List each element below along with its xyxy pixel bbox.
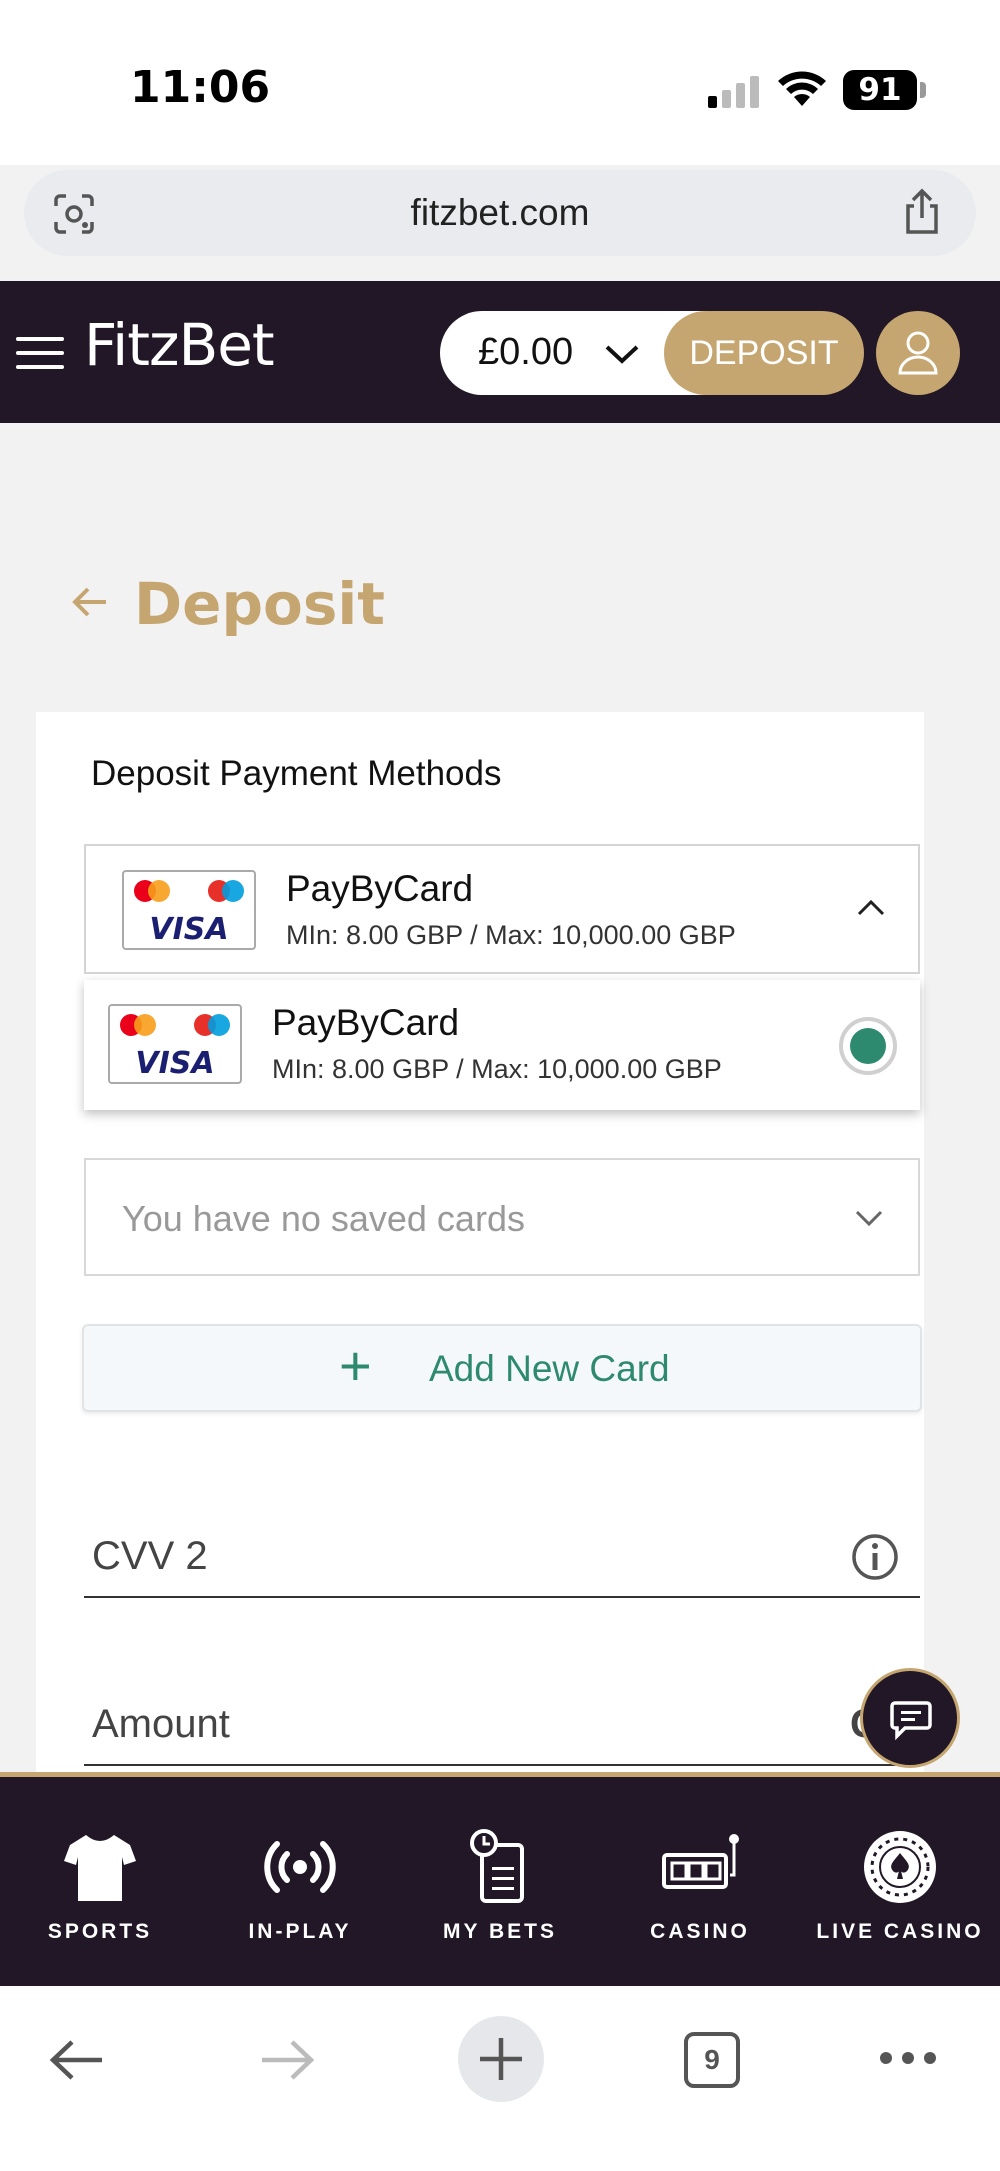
- selected-method-limits: MIn: 8.00 GBP / Max: 10,000.00 GBP: [286, 920, 736, 950]
- payment-method-select[interactable]: VISA PayByCard MIn: 8.00 GBP / Max: 10,0…: [84, 844, 920, 974]
- more-options-icon[interactable]: [878, 2050, 938, 2066]
- shirt-icon: [64, 1835, 136, 1901]
- hamburger-menu-icon[interactable]: [16, 337, 64, 369]
- nav-my-bets-label: MY BETS: [443, 1920, 557, 1943]
- nav-my-bets[interactable]: MY BETS: [400, 1777, 600, 1986]
- back-arrow-icon[interactable]: [70, 582, 110, 622]
- browser-toolbar: 9: [0, 1986, 1000, 2171]
- slot-machine-icon: [662, 1834, 739, 1889]
- fitzbet-logo[interactable]: FitzBet: [84, 311, 275, 379]
- bottom-navigation: SPORTS IN-PLAY MY BETS CASINO LIVE CASIN…: [0, 1772, 1000, 1986]
- account-button[interactable]: [876, 311, 960, 395]
- chevron-down-icon: [855, 1210, 883, 1227]
- add-new-card-label: Add New Card: [429, 1348, 670, 1389]
- nav-casino-label: CASINO: [650, 1920, 750, 1943]
- status-bar: 11:06 91 fitzbet.com: [0, 0, 1000, 256]
- nav-live-casino-label: LIVE CASINO: [816, 1920, 984, 1943]
- nav-live-casino[interactable]: LIVE CASINO: [800, 1777, 1000, 1986]
- selected-method-name: PayByCard: [286, 868, 474, 909]
- tabs-button[interactable]: 9: [684, 2032, 740, 2088]
- chat-icon: [890, 1701, 932, 1741]
- plus-icon: +: [339, 1334, 372, 1397]
- selected-radio[interactable]: [838, 1016, 898, 1076]
- nav-sports[interactable]: SPORTS: [0, 1777, 200, 1986]
- card-brands-logo: VISA: [122, 870, 256, 950]
- amount-field[interactable]: Amount GB: [84, 1678, 920, 1766]
- plus-icon: [480, 2038, 522, 2080]
- nav-sports-label: SPORTS: [47, 1920, 153, 1943]
- url-text: fitzbet.com: [410, 192, 590, 233]
- tabs-count: 9: [704, 2044, 720, 2075]
- balance-amount: £0.00: [478, 331, 574, 373]
- payment-methods-label: Deposit Payment Methods: [91, 754, 502, 793]
- payment-method-option[interactable]: VISA PayByCard MIn: 8.00 GBP / Max: 10,0…: [84, 980, 920, 1110]
- saved-cards-select[interactable]: You have no saved cards: [84, 1158, 920, 1276]
- new-tab-button[interactable]: [458, 2016, 544, 2102]
- saved-cards-placeholder: You have no saved cards: [122, 1198, 525, 1239]
- chevron-down-icon: [605, 345, 639, 364]
- add-new-card-button[interactable]: + Add New Card: [82, 1324, 922, 1412]
- header-deposit-button[interactable]: DEPOSIT: [664, 311, 864, 395]
- roulette-icon: [864, 1831, 936, 1903]
- betslip-icon: [470, 1829, 524, 1903]
- chevron-up-icon: [857, 899, 885, 916]
- browser-forward-icon[interactable]: [260, 2038, 316, 2082]
- chat-button[interactable]: [860, 1668, 960, 1768]
- battery-tip: [920, 82, 926, 98]
- cvv-label: CVV 2: [92, 1534, 208, 1578]
- info-icon[interactable]: [850, 1532, 900, 1582]
- share-icon[interactable]: [900, 188, 944, 236]
- page-title: Deposit: [134, 570, 385, 638]
- option-method-name: PayByCard: [272, 1002, 460, 1043]
- cvv-field[interactable]: CVV 2: [84, 1512, 920, 1598]
- broadcast-icon: [264, 1841, 336, 1893]
- status-time: 11:06: [130, 62, 271, 113]
- signal-icon: [708, 76, 759, 108]
- nav-in-play[interactable]: IN-PLAY: [200, 1777, 400, 1986]
- address-bar[interactable]: fitzbet.com: [24, 170, 976, 256]
- deposit-form: Deposit Payment Methods VISA PayByCard M…: [36, 712, 924, 1772]
- amount-label: Amount: [92, 1702, 230, 1746]
- site-header: FitzBet £0.00 DEPOSIT: [0, 281, 1000, 423]
- user-icon: [898, 331, 938, 375]
- browser-back-icon[interactable]: [48, 2038, 104, 2082]
- nav-casino[interactable]: CASINO: [600, 1777, 800, 1986]
- wifi-icon: [778, 71, 826, 106]
- nav-in-play-label: IN-PLAY: [248, 1920, 352, 1943]
- battery-indicator: 91: [843, 70, 917, 110]
- card-brands-logo: VISA: [108, 1004, 242, 1084]
- option-method-limits: MIn: 8.00 GBP / Max: 10,000.00 GBP: [272, 1054, 722, 1084]
